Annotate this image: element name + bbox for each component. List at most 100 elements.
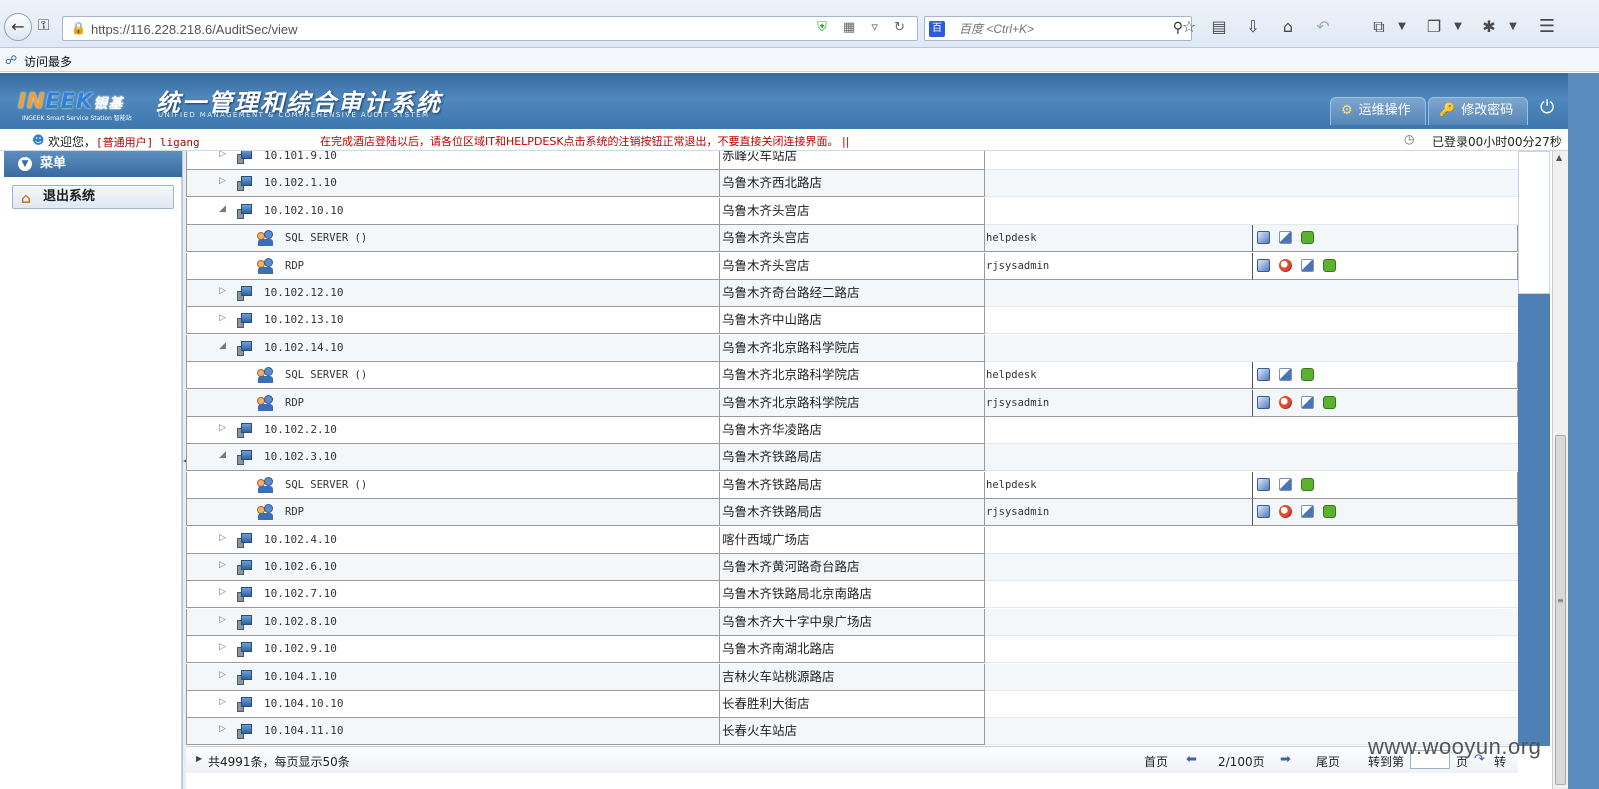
search-box[interactable]: 百 ⚲ — [924, 16, 1192, 41]
collapse-icon[interactable]: ▼ — [18, 157, 32, 171]
change-password-button[interactable]: 🔑 修改密码 — [1428, 97, 1529, 125]
hamburger-menu-icon[interactable]: ☰ — [1537, 17, 1557, 37]
copy-session-icon[interactable] — [1279, 477, 1292, 491]
copy-session-icon[interactable] — [1301, 258, 1314, 272]
copy-session-icon[interactable] — [1279, 231, 1292, 245]
host-ip[interactable]: 10.102.6.10 — [264, 554, 337, 580]
menu-header[interactable]: ▼ 菜单 — [4, 151, 182, 177]
protocol-label[interactable]: SQL SERVER () — [285, 362, 367, 388]
expanded-arrow-icon[interactable]: ◢ — [219, 341, 226, 351]
scroll-up-icon[interactable]: ▲ — [1556, 153, 1562, 162]
launch-client-icon[interactable] — [1257, 258, 1270, 272]
collapsed-arrow-icon[interactable]: ▷ — [219, 176, 226, 186]
host-row[interactable]: ▷ 10.102.9.10 乌鲁木齐南湖北路店 — [186, 636, 1518, 664]
plugin-icon[interactable] — [1323, 505, 1336, 519]
collapsed-arrow-icon[interactable]: ▷ — [219, 151, 226, 159]
account-row[interactable]: SQL SERVER () 乌鲁木齐头宫店 helpdesk — [186, 225, 1518, 253]
qr-code-icon[interactable]: ▦ — [843, 20, 861, 35]
collapsed-arrow-icon[interactable]: ▷ — [219, 286, 226, 296]
host-row[interactable]: ▷ 10.104.1.10 吉林火车站桃源路店 — [186, 663, 1518, 691]
host-row[interactable]: ▷ 10.102.2.10 乌鲁木齐华凌路店 — [186, 417, 1518, 444]
collapsed-arrow-icon[interactable]: ▷ — [219, 313, 226, 323]
copy-session-icon[interactable] — [1301, 395, 1314, 409]
crop-icon[interactable]: ⧉ — [1369, 17, 1389, 37]
host-ip[interactable]: 10.102.12.10 — [264, 280, 343, 306]
plugin-icon[interactable] — [1301, 368, 1314, 382]
collapsed-arrow-icon[interactable]: ▷ — [219, 423, 226, 433]
collapsed-arrow-icon[interactable]: ▷ — [219, 533, 226, 543]
grid-scrollbar[interactable] — [1518, 151, 1550, 746]
next-page-icon[interactable]: ➡ — [1280, 752, 1291, 767]
host-row[interactable]: ▷ 10.102.6.10 乌鲁木齐黄河路奇台路店 — [186, 554, 1518, 581]
copy-session-icon[interactable] — [1279, 368, 1292, 382]
address-bar[interactable]: 🔒 https://116.228.218.6/AuditSec/view ⛨ … — [62, 16, 918, 41]
host-ip[interactable]: 10.102.8.10 — [264, 609, 337, 635]
url-text[interactable]: https://116.228.218.6/AuditSec/view — [91, 22, 297, 37]
protocol-label[interactable]: SQL SERVER () — [285, 225, 367, 251]
page-scrollbar-thumb[interactable]: ≡ — [1555, 435, 1566, 785]
tab-icon[interactable]: ❐ — [1424, 17, 1444, 37]
expanded-arrow-icon[interactable]: ◢ — [219, 204, 226, 214]
host-row[interactable]: ▷ 10.102.12.10 乌鲁木齐奇台路经二路店 — [186, 280, 1518, 307]
host-row[interactable]: ▷ 10.102.4.10 喀什西域广场店 — [186, 526, 1518, 554]
host-ip[interactable]: 10.102.3.10 — [264, 444, 337, 470]
dropdown-icon[interactable]: ▿ — [871, 20, 884, 35]
key-icon[interactable]: ⚿ — [38, 16, 49, 34]
protocol-label[interactable]: RDP — [285, 390, 304, 416]
collapsed-arrow-icon[interactable]: ▷ — [219, 642, 226, 652]
plugin-icon[interactable] — [1301, 231, 1314, 245]
first-page-link[interactable]: 首页 — [1144, 753, 1168, 770]
host-row[interactable]: ▷ 10.102.7.10 乌鲁木齐铁路局北京南路店 — [186, 581, 1518, 609]
account-row[interactable]: SQL SERVER () 乌鲁木齐铁路局店 helpdesk — [186, 471, 1518, 499]
launch-client-icon[interactable] — [1257, 505, 1270, 519]
protocol-label[interactable]: RDP — [285, 253, 304, 279]
reload-icon[interactable]: ↻ — [894, 20, 911, 35]
undo-icon[interactable]: ↶ — [1313, 17, 1333, 37]
launch-client-icon[interactable] — [1257, 368, 1270, 382]
account-row[interactable]: SQL SERVER () 乌鲁木齐北京路科学院店 helpdesk — [186, 362, 1518, 390]
protocol-label[interactable]: RDP — [285, 499, 304, 525]
star-icon[interactable]: ☆ — [1179, 17, 1199, 37]
back-arrow-icon[interactable]: ← — [4, 13, 32, 41]
baidu-icon[interactable]: 百 — [929, 21, 945, 37]
web-access-icon[interactable] — [1279, 505, 1292, 519]
account-row[interactable]: RDP 乌鲁木齐铁路局店 rjsysadmin — [186, 499, 1518, 527]
chevron-down-icon[interactable]: ▼ — [1392, 17, 1412, 37]
chevron-down-icon[interactable]: ▼ — [1503, 17, 1523, 37]
collapsed-arrow-icon[interactable]: ▷ — [219, 615, 226, 625]
host-row[interactable]: ◢ 10.102.10.10 乌鲁木齐头宫店 — [186, 197, 1518, 225]
host-ip[interactable]: 10.101.9.10 — [264, 151, 337, 169]
last-page-link[interactable]: 尾页 — [1316, 753, 1340, 770]
host-ip[interactable]: 10.102.14.10 — [264, 335, 343, 361]
collapsed-arrow-icon[interactable]: ▷ — [219, 560, 226, 570]
page-scrollbar[interactable]: ▲ ≡ — [1552, 151, 1568, 789]
extension-icon[interactable]: ✱ — [1479, 17, 1499, 37]
collapsed-arrow-icon[interactable]: ▷ — [219, 724, 226, 734]
search-input[interactable] — [959, 22, 1149, 36]
account-row[interactable]: RDP 乌鲁木齐头宫店 rjsysadmin — [186, 252, 1518, 280]
host-ip[interactable]: 10.102.4.10 — [264, 527, 337, 553]
host-row[interactable]: ◢ 10.102.14.10 乌鲁木齐北京路科学院店 — [186, 334, 1518, 362]
host-ip[interactable]: 10.102.1.10 — [264, 170, 337, 196]
host-ip[interactable]: 10.104.1.10 — [264, 664, 337, 690]
protocol-label[interactable]: SQL SERVER () — [285, 472, 367, 498]
expanded-arrow-icon[interactable]: ◢ — [219, 450, 226, 460]
web-access-icon[interactable] — [1279, 258, 1292, 272]
collapsed-arrow-icon[interactable]: ▷ — [219, 697, 226, 707]
reading-list-icon[interactable]: ▤ — [1209, 17, 1229, 37]
copy-session-icon[interactable] — [1301, 505, 1314, 519]
host-ip[interactable]: 10.104.11.10 — [264, 718, 343, 744]
host-row[interactable]: ▷ 10.104.11.10 长春火车站店 — [186, 718, 1518, 746]
address-bar-tools[interactable]: ⛨ ▦ ▿ ↻ — [817, 20, 911, 35]
grid-scrollbar-track[interactable] — [1518, 151, 1550, 294]
host-ip[interactable]: 10.102.13.10 — [264, 307, 343, 333]
download-icon[interactable]: ⇩ — [1243, 17, 1263, 37]
home-icon[interactable]: ⌂ — [1278, 17, 1298, 37]
plugin-icon[interactable] — [1323, 395, 1336, 409]
host-ip[interactable]: 10.102.2.10 — [264, 417, 337, 443]
chevron-down-icon[interactable]: ▼ — [1448, 17, 1468, 37]
ops-button[interactable]: ⚙ 运维操作 — [1330, 97, 1426, 125]
prev-page-icon[interactable]: ⬅ — [1186, 752, 1197, 767]
shield-icon[interactable]: ⛨ — [817, 20, 833, 35]
host-row[interactable]: ▷ 10.102.8.10 乌鲁木齐大十字中泉广场店 — [186, 608, 1518, 636]
